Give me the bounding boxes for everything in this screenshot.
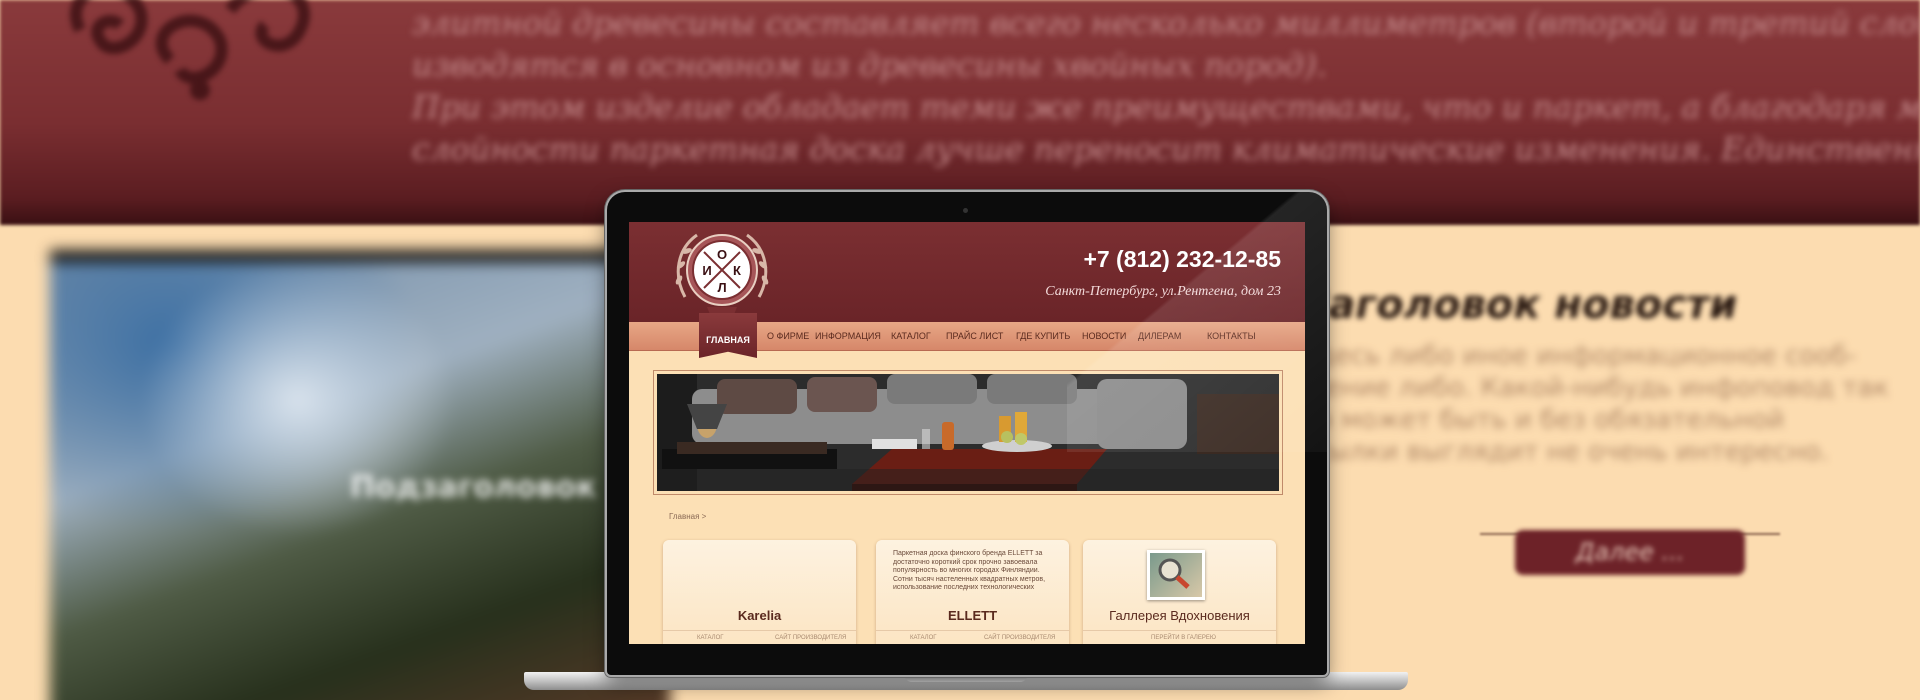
brand-card-karelia[interactable]: Karelia КАТАЛОГ САЙТ ПРОИЗВОДИТЕЛЯ (663, 540, 856, 644)
background-news-text: Здесь либо иное информационное сооб- щен… (1300, 340, 1889, 468)
background-paragraph-line: слойности паркетная доска лучше переноси… (412, 130, 1920, 168)
card-title[interactable]: Karelia (663, 608, 856, 623)
laptop-lid: О И К Л +7 (812) 232-12-85 Санкт-Петербу… (607, 192, 1327, 675)
card-description: Паркетная доска финского бренда ELLETT з… (893, 550, 1046, 591)
card-link-catalog[interactable]: КАТАЛОГ (697, 635, 723, 641)
background-paragraph-line: изводятся в основном из древесины хвойны… (412, 46, 1327, 84)
nav-item-about[interactable]: О ФИРМЕ (767, 322, 809, 350)
card-links: КАТАЛОГ САЙТ ПРОИЗВОДИТЕЛЯ (663, 630, 856, 644)
camera-icon (963, 208, 968, 213)
phone-number: +7 (812) 232-12-85 (1083, 246, 1281, 272)
nav-item-dealers[interactable]: ДИЛЕРАМ (1138, 322, 1181, 350)
hero-banner (653, 370, 1283, 495)
card-link-manufacturer[interactable]: САЙТ ПРОИЗВОДИТЕЛЯ (984, 635, 1055, 641)
card-links: КАТАЛОГ САЙТ ПРОИЗВОДИТЕЛЯ (876, 630, 1069, 644)
nav-item-information[interactable]: ИНФОРМАЦИЯ (815, 322, 881, 350)
address: Санкт-Петербург, ул.Рентгена, дом 23 (1045, 284, 1281, 299)
background-news-line: ссылки выглядит не очень интересно. (1300, 437, 1829, 467)
card-title[interactable]: ELLETT (876, 608, 1069, 623)
ornament-icon (70, 0, 310, 100)
logo-letter-bottom: Л (717, 280, 726, 295)
magnifier-photo-icon (1147, 550, 1205, 600)
nav-item-catalog[interactable]: КАТАЛОГ (891, 322, 931, 350)
nav-item-price-list[interactable]: ПРАЙС ЛИСТ (946, 322, 1003, 350)
laptop: О И К Л +7 (812) 232-12-85 Санкт-Петербу… (607, 192, 1327, 677)
nav-item-contacts[interactable]: КОНТАКТЫ (1207, 322, 1256, 350)
nav-item-home[interactable]: ГЛАВНАЯ (699, 313, 757, 358)
living-room-illustration (657, 374, 1279, 491)
card-links: ПЕРЕЙТИ В ГАЛЕРЕЮ (1083, 630, 1276, 644)
breadcrumb[interactable]: Главная > (669, 512, 706, 521)
background-news-line: Здесь либо иное информационное сооб- (1300, 341, 1857, 371)
website-screen: О И К Л +7 (812) 232-12-85 Санкт-Петербу… (629, 222, 1305, 644)
logo-letter-right: К (733, 263, 741, 278)
background-paragraph: элитной древесины составляет всего неско… (412, 2, 1920, 170)
background-photo-caption: Подзаголовок (350, 470, 597, 505)
site-header: О И К Л +7 (812) 232-12-85 Санкт-Петербу… (629, 222, 1305, 322)
brand-card-ellett[interactable]: Паркетная доска финского бренда ELLETT з… (876, 540, 1069, 644)
card-link-catalog[interactable]: КАТАЛОГ (910, 635, 936, 641)
card-link-gallery[interactable]: ПЕРЕЙТИ В ГАЛЕРЕЮ (1151, 635, 1216, 641)
nav-item-news[interactable]: НОВОСТИ (1082, 322, 1126, 350)
background-news-line: он может быть и без обязательной (1300, 405, 1785, 435)
card-title[interactable]: Галлерея Вдохновения (1083, 608, 1276, 623)
background-paragraph-line: элитной древесины составляет всего неско… (412, 4, 1920, 42)
gallery-card[interactable]: Галлерея Вдохновения ПЕРЕЙТИ В ГАЛЕРЕЮ (1083, 540, 1276, 644)
background-paragraph-line: При этом изделие обладает теми же преиму… (412, 88, 1920, 126)
logo-emblem-icon[interactable]: О И К Л (667, 225, 777, 323)
background-news-title: Заголовок новости (1300, 282, 1738, 328)
nav-item-where-to-buy[interactable]: ГДЕ КУПИТЬ (1016, 322, 1070, 350)
hero-banner-image (657, 374, 1279, 491)
background-more-label: Далее ... (1575, 538, 1685, 566)
logo-letter-left: И (702, 263, 711, 278)
background-more-button: Далее ... (1515, 530, 1745, 575)
logo-letter-top: О (717, 247, 727, 262)
card-link-manufacturer[interactable]: САЙТ ПРОИЗВОДИТЕЛЯ (775, 635, 846, 641)
background-news-line: щение либо. Какой-нибудь инфоповод так (1300, 373, 1889, 403)
